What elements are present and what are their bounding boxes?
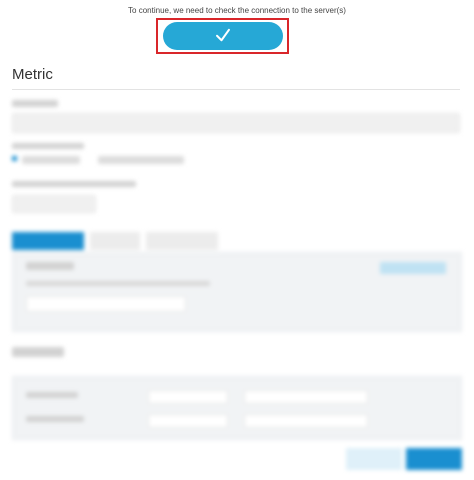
connection-notice: To continue, we need to check the connec… (128, 6, 346, 15)
check-connection-button[interactable] (163, 22, 283, 50)
option-label (98, 156, 184, 164)
settings-panel (12, 376, 462, 440)
value-field[interactable] (148, 390, 228, 404)
subsection-title (12, 347, 64, 357)
secondary-button[interactable] (346, 448, 402, 470)
field-label (12, 143, 84, 149)
checkmark-icon (214, 26, 232, 47)
text-field[interactable] (12, 113, 460, 133)
value-field[interactable] (244, 414, 368, 428)
value-field[interactable] (148, 414, 228, 428)
field-label (12, 181, 136, 187)
row-label (26, 392, 78, 398)
panel-label (26, 262, 74, 270)
panel-description (26, 281, 210, 286)
section-divider (12, 89, 460, 90)
field-label (12, 100, 58, 107)
row-label (26, 416, 84, 422)
checkbox[interactable] (12, 156, 17, 161)
panel-field[interactable] (26, 296, 186, 312)
option-label (22, 156, 80, 164)
panel-action-button[interactable] (380, 262, 446, 274)
section-title: Metric (12, 66, 53, 83)
tab[interactable] (146, 232, 218, 250)
connection-check-page: To continue, we need to check the connec… (0, 0, 474, 480)
value-field[interactable] (244, 390, 368, 404)
tab[interactable] (90, 232, 140, 250)
primary-button[interactable] (406, 448, 462, 470)
number-field[interactable] (12, 195, 96, 213)
tab-active[interactable] (12, 232, 84, 250)
